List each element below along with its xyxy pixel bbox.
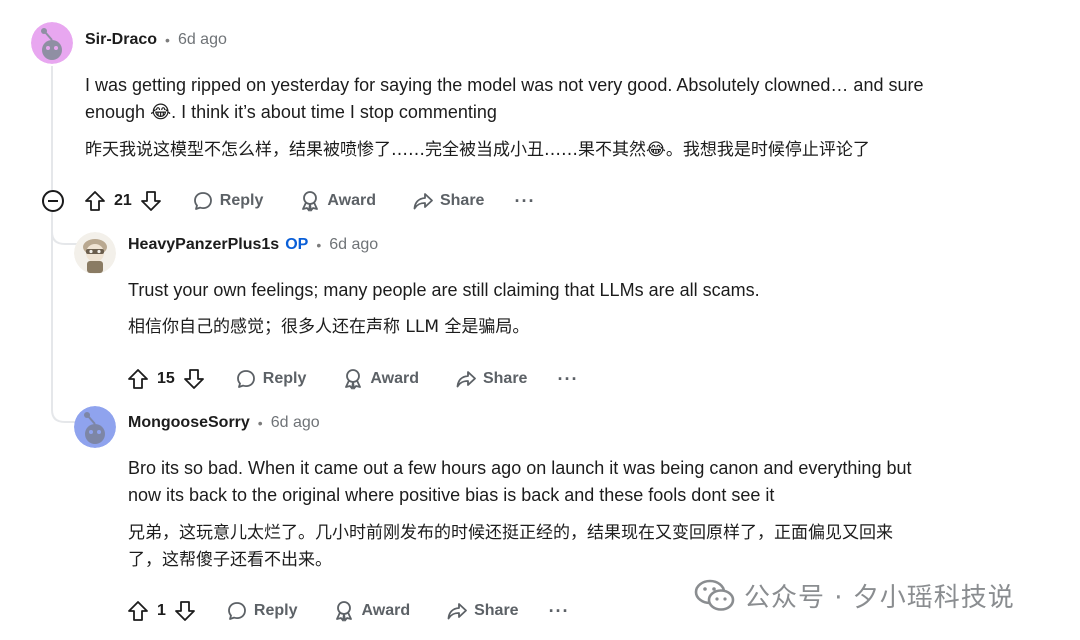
wechat-icon [694,579,735,611]
award-button[interactable]: Award [342,368,419,390]
reply-button[interactable]: Reply [235,368,307,390]
share-button[interactable]: Share [455,368,527,390]
share-label: Share [482,370,528,387]
more-options-button[interactable]: ··· [557,369,578,390]
watermark-text: 公众号 · 夕小瑶科技说 [744,583,1015,613]
award-button[interactable]: Award [333,600,410,622]
share-button[interactable]: Share [446,600,519,622]
downvote-icon [140,191,161,211]
reply-button[interactable]: Reply [226,600,298,622]
award-icon [302,191,319,212]
comment-1-body-line-1: I was getting ripped on yesterday for sa… [85,75,924,95]
downvote-icon [175,601,195,621]
award-icon [336,601,353,622]
share-button[interactable]: Share [412,190,484,212]
reply-icon [236,370,255,388]
comment-1-body-translation: 昨天我说这模型不怎么样，结果被喷惨了……完全被当成小丑……果不其然😂。我想我是时… [85,140,870,160]
watermark: 公众号 · 夕小瑶科技说 [694,577,1015,614]
downvote-button[interactable] [183,368,205,390]
reply-label: Reply [262,370,307,387]
separator-dot: • [316,237,322,253]
timestamp[interactable]: 6d ago [178,31,227,49]
downvote-button[interactable] [174,600,196,622]
award-label: Award [361,602,411,619]
separator-dot: • [165,32,170,48]
upvote-button[interactable] [84,190,106,212]
username[interactable]: MongooseSorry [128,414,250,432]
username[interactable]: HeavyPanzerPlus1s [128,236,279,254]
upvote-icon [128,601,148,621]
reply-button[interactable]: Reply [192,190,264,212]
share-label: Share [439,192,485,209]
more-options-button[interactable]: ··· [549,601,570,622]
avatar-sir-draco[interactable] [31,22,73,64]
comment-3-actions: 1 Reply Award Share ··· [127,595,570,627]
comment-1-meta: Sir-Draco • 6d ago [85,31,227,49]
reply-icon [193,192,212,210]
vote-count: 21 [114,192,132,209]
username[interactable]: Sir-Draco [85,31,157,49]
reply-label: Reply [253,602,298,619]
avatar-mongoosesorry[interactable] [74,406,116,448]
avatar-heavypanzerplus1s[interactable] [74,232,116,274]
share-icon [413,193,433,210]
comment-1-body-line-2: enough 😂. I think it’s about time I stop… [85,102,497,122]
comment-2-actions: 15 Reply Award Share ··· [127,363,578,395]
comment-2-meta: HeavyPanzerPlus1s OP • 6d ago [128,236,378,254]
comment-1-actions: 21 Reply Award Share ··· [84,185,535,217]
upvote-button[interactable] [127,368,149,390]
comment-2-body-line-1: Trust your own feelings; many people are… [128,280,760,300]
share-icon [456,371,476,388]
downvote-button[interactable] [140,190,162,212]
comment-3-body-line-2: now its back to the original where posit… [128,485,775,505]
award-button[interactable]: Award [299,190,376,212]
downvote-icon [183,369,204,389]
vote-count: 1 [157,602,166,619]
award-label: Award [370,370,419,387]
reply-icon [228,602,246,620]
collapse-thread-button[interactable] [42,190,64,212]
comment-3-body-translation-line-2: 了，这帮傻子还看不出来。 [128,550,332,570]
share-icon [447,603,467,620]
award-label: Award [327,192,376,209]
more-options-button[interactable]: ··· [514,191,535,212]
reply-label: Reply [219,192,264,209]
timestamp[interactable]: 6d ago [271,414,320,432]
comment-2-body-translation: 相信你自己的感觉；很多人还在声称 LLM 全是骗局。 [128,317,530,337]
upvote-icon [128,369,148,389]
op-badge: OP [285,236,309,253]
share-label: Share [474,602,519,619]
upvote-icon [85,191,105,211]
upvote-button[interactable] [127,600,149,622]
award-icon [345,369,362,390]
separator-dot: • [257,415,263,431]
vote-count: 15 [157,370,175,387]
thread-line-root [51,66,53,190]
comment-3-body-line-1: Bro its so bad. When it came out a few h… [128,458,912,478]
comment-3-meta: MongooseSorry • 6d ago [128,414,320,432]
timestamp[interactable]: 6d ago [329,236,378,254]
comment-3-body-translation-line-1: 兄弟，这玩意儿太烂了。几小时前刚发布的时候还挺正经的，结果现在又变回原样了，正面… [128,523,893,543]
